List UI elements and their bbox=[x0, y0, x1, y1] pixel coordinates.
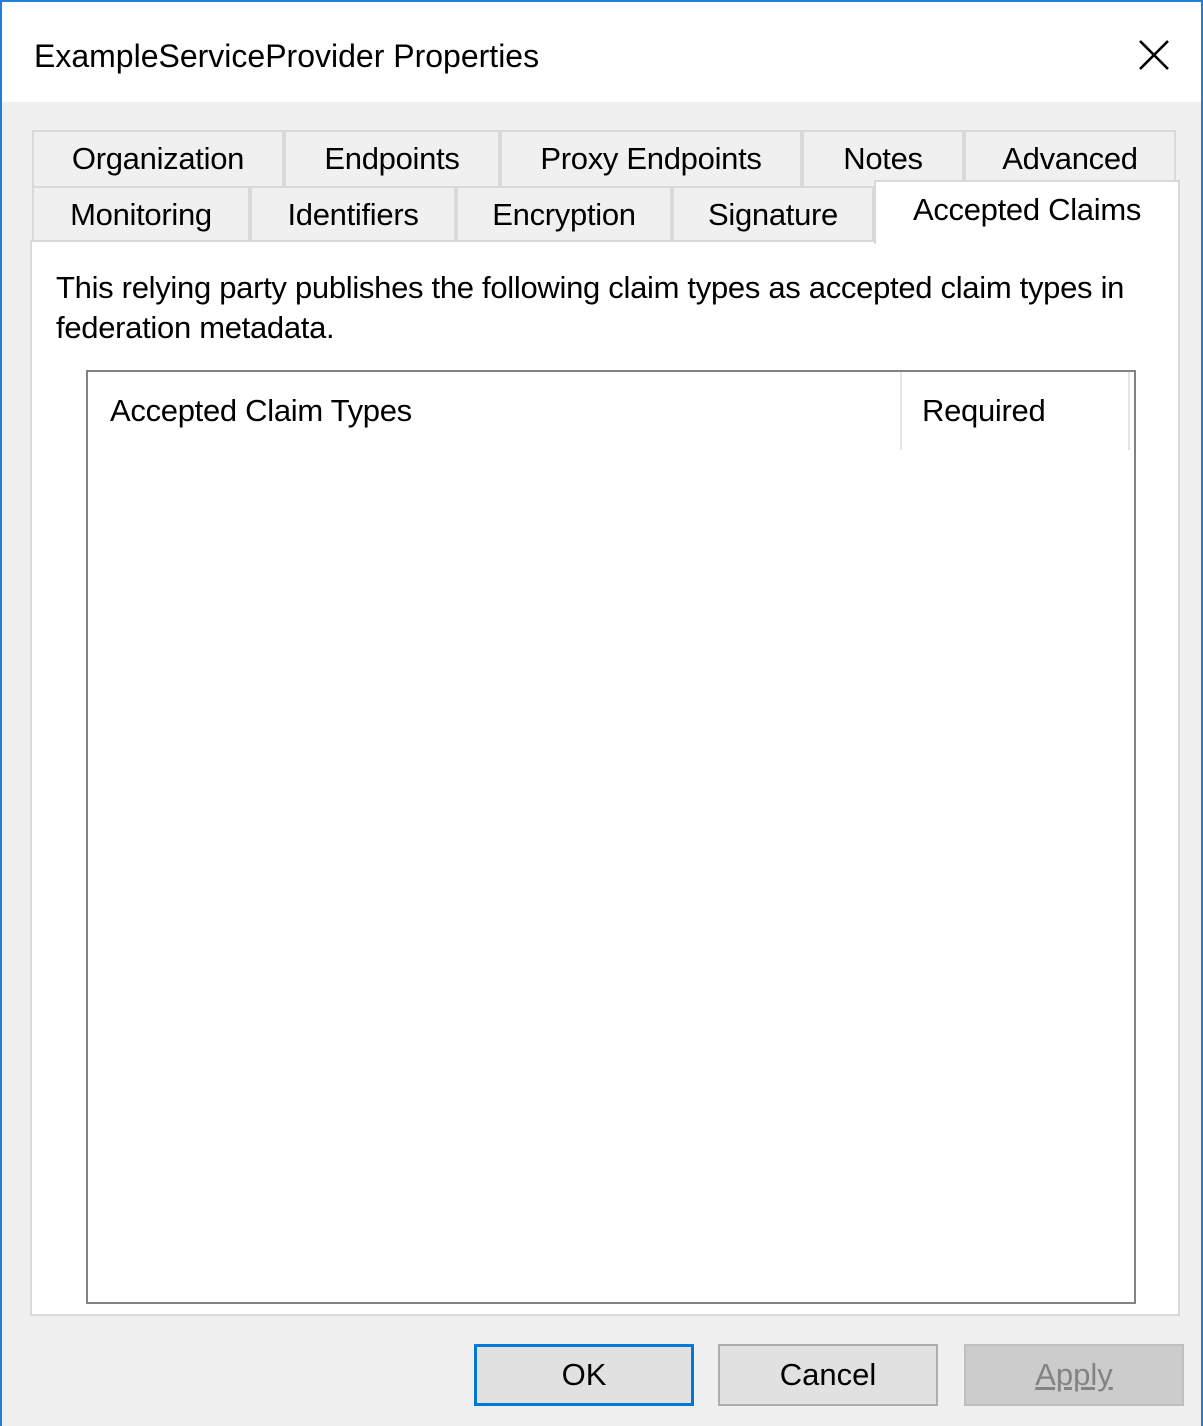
column-header-accepted-claim-types[interactable]: Accepted Claim Types bbox=[88, 372, 902, 450]
cancel-button[interactable]: Cancel bbox=[718, 1344, 938, 1406]
accepted-claims-panel: This relying party publishes the followi… bbox=[30, 240, 1180, 1316]
tab-organization[interactable]: Organization bbox=[32, 130, 284, 186]
tab-accepted-claims[interactable]: Accepted Claims bbox=[874, 180, 1180, 244]
apply-button[interactable]: Apply bbox=[964, 1344, 1184, 1406]
apply-button-label: Apply bbox=[1035, 1357, 1113, 1392]
tab-signature[interactable]: Signature bbox=[672, 186, 874, 242]
tab-proxy-endpoints[interactable]: Proxy Endpoints bbox=[500, 130, 802, 186]
tab-encryption[interactable]: Encryption bbox=[456, 186, 672, 242]
accepted-claims-list[interactable]: Accepted Claim Types Required bbox=[86, 370, 1136, 1304]
tab-notes[interactable]: Notes bbox=[802, 130, 964, 186]
properties-dialog: ExampleServiceProvider Properties Organi… bbox=[0, 0, 1203, 1426]
close-icon bbox=[1139, 40, 1169, 70]
window-title: ExampleServiceProvider Properties bbox=[34, 38, 540, 74]
tab-advanced[interactable]: Advanced bbox=[964, 130, 1176, 186]
tab-identifiers[interactable]: Identifiers bbox=[250, 186, 456, 242]
title-bar: ExampleServiceProvider Properties bbox=[2, 2, 1201, 102]
ok-button[interactable]: OK bbox=[474, 1344, 694, 1406]
column-header-required[interactable]: Required bbox=[902, 372, 1130, 450]
panel-description: This relying party publishes the followi… bbox=[56, 270, 1125, 345]
tab-monitoring[interactable]: Monitoring bbox=[32, 186, 250, 242]
close-button[interactable] bbox=[1114, 20, 1194, 90]
tab-endpoints[interactable]: Endpoints bbox=[284, 130, 500, 186]
